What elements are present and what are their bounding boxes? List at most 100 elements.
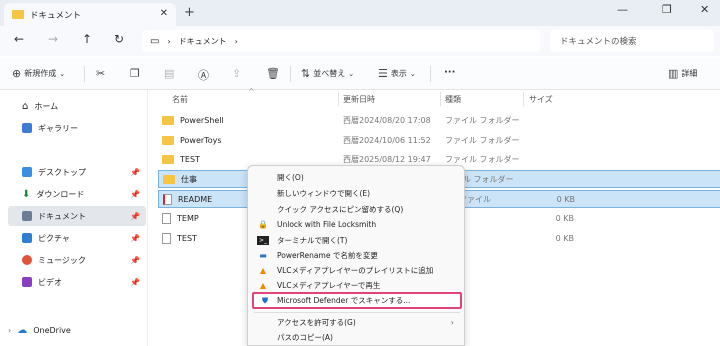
menu-item-label: VLCメディアプレイヤーで再生 [277, 281, 381, 290]
rename-icon: ▬ [259, 251, 267, 260]
file-name: PowerShell [180, 115, 224, 125]
gallery-icon [22, 123, 32, 133]
column-header-date[interactable]: 更新日時 [343, 94, 375, 105]
sidebar-item-downloads[interactable]: ⬇ ダウンロード 📌 [8, 184, 146, 204]
chevron-down-icon: ⌄ [348, 69, 355, 78]
pin-icon[interactable]: 📌 [130, 190, 140, 199]
forward-icon[interactable]: → [48, 32, 58, 46]
menu-item-defender-scan[interactable]: ⛊ Microsoft Defender でスキャンする... [252, 292, 462, 309]
file-size: 0 KB [555, 233, 574, 243]
close-tab-icon[interactable]: ✕ [160, 8, 168, 19]
maximize-icon[interactable]: ❐ [662, 3, 672, 16]
menu-item-label: Microsoft Defender でスキャンする... [277, 296, 411, 305]
monitor-icon: ▭ [150, 35, 160, 47]
menu-item-open[interactable]: 開く(O) [252, 170, 462, 185]
view-button[interactable]: ☰ 表示 ⌄ [378, 67, 416, 80]
pin-icon[interactable]: 📌 [130, 278, 140, 287]
context-menu: 開く(O) 新しいウィンドウで開く(E) クイック アクセスにピン留めする(Q)… [247, 165, 465, 346]
list-item[interactable]: PowerToys 西暦2024/10/06 11:52 ファイル フォルダー [158, 131, 720, 149]
sidebar-item-documents[interactable]: ドキュメント 📌 [8, 206, 146, 226]
sort-button[interactable]: ⇅ 並べ替え ⌄ [301, 67, 354, 80]
back-icon[interactable]: ← [14, 32, 24, 46]
folder-icon [12, 10, 24, 19]
new-tab-button[interactable]: + [184, 5, 195, 20]
divider [430, 66, 431, 82]
file-type: ファイル フォルダー [445, 135, 520, 145]
sidebar-item-gallery[interactable]: ギャラリー [8, 118, 146, 138]
menu-item-pin-quick-access[interactable]: クイック アクセスにピン留めする(Q) [252, 202, 462, 217]
pin-icon[interactable]: 📌 [130, 234, 140, 243]
paste-icon[interactable]: ▤ [164, 67, 174, 80]
cut-icon[interactable]: ✂ [96, 67, 105, 80]
file-name: README [178, 194, 213, 204]
menu-item-open-terminal[interactable]: >_ ターミナルで開く(T) [252, 233, 462, 248]
menu-item-vlc-add-playlist[interactable]: ▲ VLCメディアプレイヤーのプレイリストに追加 [252, 263, 462, 278]
breadcrumb[interactable]: ドキュメント [179, 36, 227, 47]
vlc-cone-icon: ▲ [259, 266, 267, 275]
videos-icon [22, 277, 32, 287]
menu-item-label: パスのコピー(A) [277, 333, 333, 342]
file-name: TEST [180, 154, 200, 164]
menu-item-copy-path[interactable]: パスのコピー(A) [252, 330, 462, 345]
cloud-icon: ☁ [17, 324, 28, 336]
pin-icon[interactable]: 📌 [130, 168, 140, 177]
chevron-down-icon: ⌄ [409, 69, 416, 78]
sidebar-item-pictures[interactable]: ピクチャ 📌 [8, 228, 146, 248]
folder-icon [162, 135, 174, 145]
sort-label: 並べ替え [313, 69, 346, 78]
column-header-name[interactable]: 名前 [172, 94, 188, 105]
pin-icon[interactable]: 📌 [130, 256, 140, 265]
sidebar-item-music[interactable]: ミュージック 📌 [8, 250, 146, 270]
more-button[interactable]: ··· [444, 67, 455, 78]
column-header-type[interactable]: 種類 [445, 94, 461, 105]
up-icon[interactable]: ↑ [82, 32, 92, 46]
file-size: 0 KB [556, 194, 575, 204]
new-button[interactable]: ⊕ 新規作成 ⌄ [12, 67, 65, 80]
menu-item-powerrename[interactable]: ▬ PowerRename で名前を変更 [252, 248, 462, 263]
sidebar-item-onedrive[interactable]: › ☁ OneDrive [8, 320, 146, 340]
menu-item-vlc-play[interactable]: ▲ VLCメディアプレイヤーで再生 [252, 278, 462, 293]
delete-icon[interactable]: 🗑 [266, 67, 280, 80]
sidebar-item-label: ホーム [34, 101, 59, 111]
menu-item-label: PowerRename で名前を変更 [277, 251, 378, 260]
sidebar-item-label: デスクトップ [38, 167, 86, 177]
search-input[interactable]: ドキュメントの検索 [550, 30, 714, 52]
menu-divider [254, 312, 460, 313]
rename-icon[interactable]: Ⓐ [198, 67, 209, 83]
folder-icon [162, 115, 174, 125]
list-item[interactable]: PowerShell 西暦2024/08/20 17:08 ファイル フォルダー [158, 111, 720, 129]
pin-icon[interactable]: 📌 [130, 212, 140, 221]
file-name: 仕事 [181, 174, 197, 184]
tab-documents[interactable]: ドキュメント ✕ [4, 3, 176, 26]
menu-item-label: アクセスを許可する(G) [277, 318, 356, 327]
chevron-right-icon[interactable]: › [8, 326, 11, 335]
command-bar: ⊕ 新規作成 ⌄ ✂ ❐ ▤ Ⓐ ⇪ 🗑 ⇅ 並べ替え ⌄ ☰ 表示 ⌄ ···… [0, 58, 720, 90]
sidebar-item-desktop[interactable]: デスクトップ 📌 [8, 162, 146, 182]
chevron-right-icon: › [234, 36, 238, 46]
file-name: TEST [177, 233, 197, 243]
sidebar-item-label: ピクチャ [38, 233, 70, 243]
menu-item-unlock-locksmith[interactable]: 🔒 Unlock with File Locksmith [252, 217, 462, 232]
sidebar-item-videos[interactable]: ビデオ 📌 [8, 272, 146, 292]
column-header-size[interactable]: サイズ [529, 94, 553, 105]
vlc-cone-icon: ▲ [259, 281, 267, 290]
menu-item-label: 新しいウィンドウで開く(E) [277, 189, 371, 198]
menu-item-open-new-window[interactable]: 新しいウィンドウで開く(E) [252, 186, 462, 201]
share-icon[interactable]: ⇪ [232, 67, 241, 80]
details-button[interactable]: ▥ 詳細 [668, 67, 697, 80]
file-date: 西暦2024/08/20 17:08 [343, 115, 431, 125]
sidebar-item-home[interactable]: ⌂ ホーム [8, 96, 146, 116]
minimize-icon[interactable]: — [617, 3, 628, 16]
view-icon: ☰ [378, 67, 388, 80]
refresh-icon[interactable]: ↻ [114, 32, 124, 46]
address-bar[interactable]: ▭ › ドキュメント › [142, 30, 540, 52]
menu-item-grant-access[interactable]: アクセスを許可する(G) › [252, 315, 462, 330]
folder-icon [163, 174, 175, 184]
file-type: ル フォルダー [463, 174, 514, 184]
copy-icon[interactable]: ❐ [130, 67, 140, 80]
chevron-right-icon: › [450, 318, 454, 327]
close-window-icon[interactable]: ✕ [700, 3, 709, 16]
divider [338, 92, 339, 106]
sidebar-item-label: ドキュメント [38, 211, 86, 221]
file-name: TEMP [177, 213, 199, 223]
